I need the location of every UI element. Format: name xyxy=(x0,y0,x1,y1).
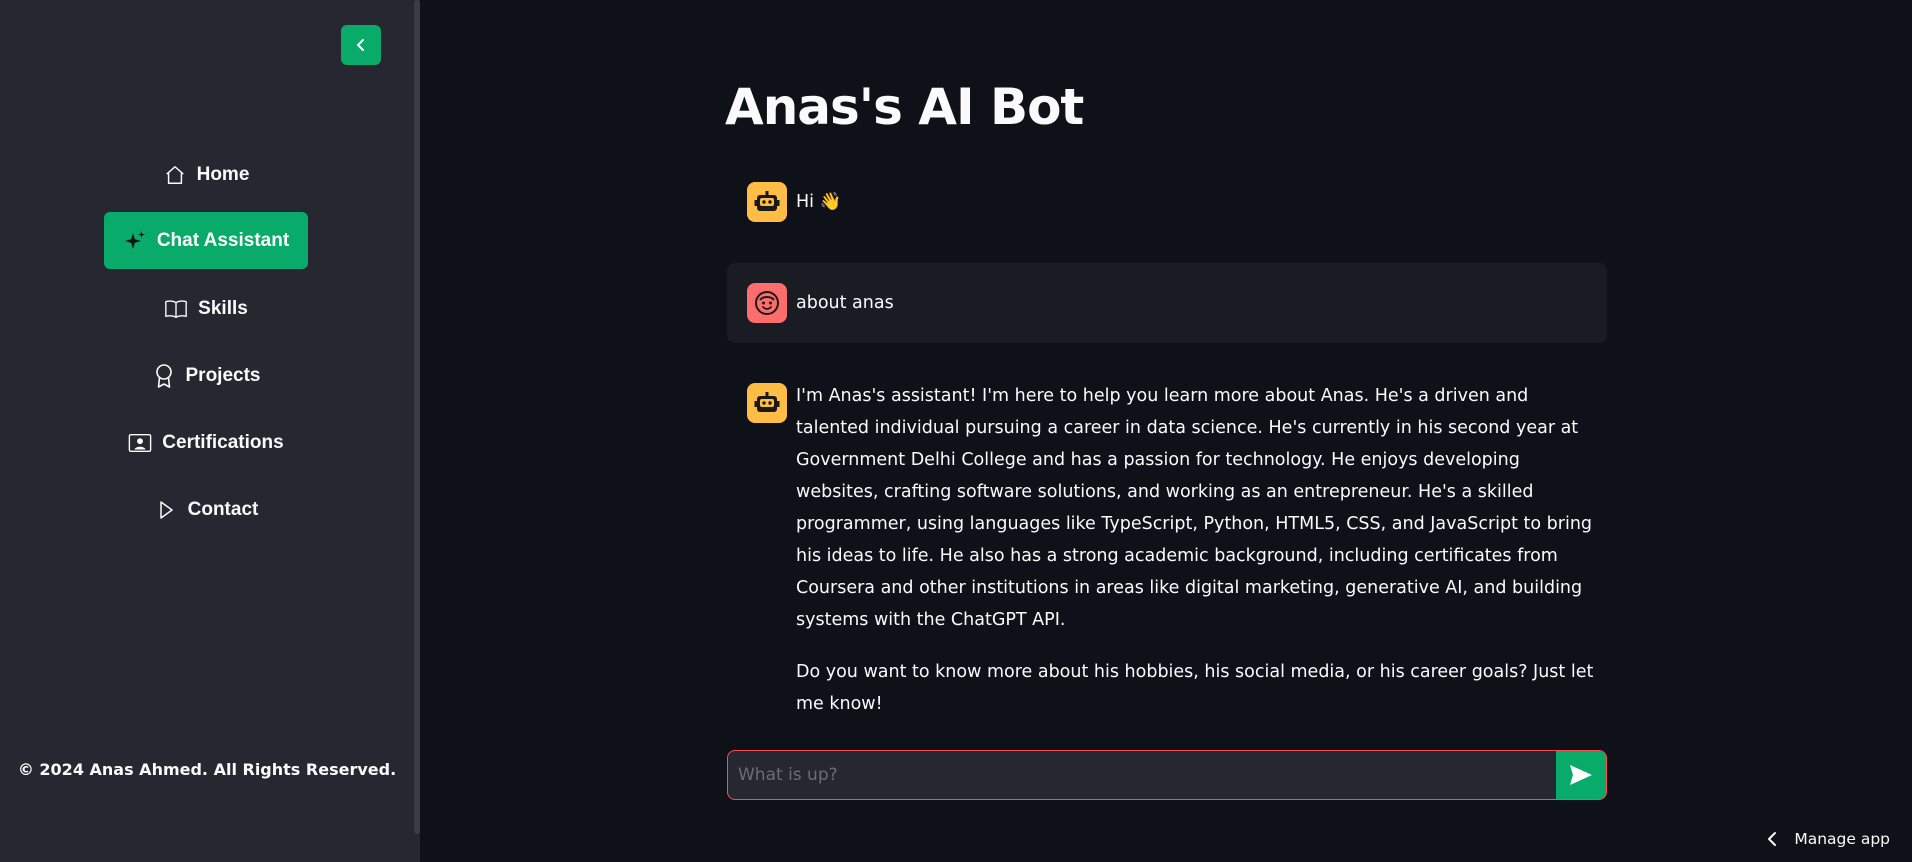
chat-message-user: about anas xyxy=(727,263,1607,343)
chat-message-text: about anas xyxy=(796,293,894,313)
chat-message-text: Hi 👋 xyxy=(796,192,842,212)
copyright-footer: © 2024 Anas Ahmed. All Rights Reserved. xyxy=(17,760,397,779)
sidebar-item-contact[interactable]: Contact xyxy=(104,481,308,538)
sidebar-item-skills[interactable]: Skills xyxy=(104,280,308,337)
collapse-sidebar-button[interactable] xyxy=(341,25,381,65)
chat-message-assistant: Hi 👋 xyxy=(727,178,1607,226)
person-card-icon xyxy=(128,431,152,455)
send-button[interactable] xyxy=(1556,751,1606,799)
play-outline-icon xyxy=(154,498,178,522)
app-root: Home Chat Assistant Skills Projects Cert… xyxy=(0,0,1912,862)
sparkles-icon xyxy=(123,229,147,253)
house-icon xyxy=(163,163,187,187)
sidebar-item-label: Certifications xyxy=(162,431,284,453)
chevron-left-icon xyxy=(1768,832,1777,846)
sidebar-item-label: Contact xyxy=(187,498,259,520)
message-paragraph: I'm Anas's assistant! I'm here to help y… xyxy=(796,386,1593,630)
sidebar-item-certifications[interactable]: Certifications xyxy=(104,414,308,471)
robot-face-icon xyxy=(747,182,787,222)
sidebar-item-projects[interactable]: Projects xyxy=(104,347,308,404)
sidebar: Home Chat Assistant Skills Projects Cert… xyxy=(0,0,420,862)
main-content: Anas's AI Bot Hi 👋 about anas I'm Anas's… xyxy=(420,0,1912,862)
award-icon xyxy=(152,363,176,388)
smile-face-icon xyxy=(747,283,787,323)
message-paragraph: Do you want to know more about his hobbi… xyxy=(796,662,1594,714)
robot-face-icon xyxy=(747,383,787,423)
sidebar-item-label: Skills xyxy=(198,297,248,319)
send-arrow-icon xyxy=(1570,765,1592,785)
book-icon xyxy=(164,297,188,321)
manage-app-button[interactable]: Manage app xyxy=(1766,830,1890,848)
sidebar-item-label: Projects xyxy=(185,364,261,386)
chat-input[interactable] xyxy=(728,751,1556,799)
chevron-left-icon xyxy=(357,39,364,51)
chat-message-assistant: I'm Anas's assistant! I'm here to help y… xyxy=(727,380,1607,714)
sidebar-item-chat-assistant[interactable]: Chat Assistant xyxy=(104,212,308,269)
manage-app-label: Manage app xyxy=(1794,830,1890,848)
sidebar-item-label: Chat Assistant xyxy=(156,229,290,251)
sidebar-item-home[interactable]: Home xyxy=(104,146,308,203)
sidebar-item-label: Home xyxy=(196,163,250,185)
page-title: Anas's AI Bot xyxy=(725,78,1084,136)
chat-input-container xyxy=(727,750,1607,800)
chat-message-text: I'm Anas's assistant! I'm here to help y… xyxy=(796,380,1599,740)
